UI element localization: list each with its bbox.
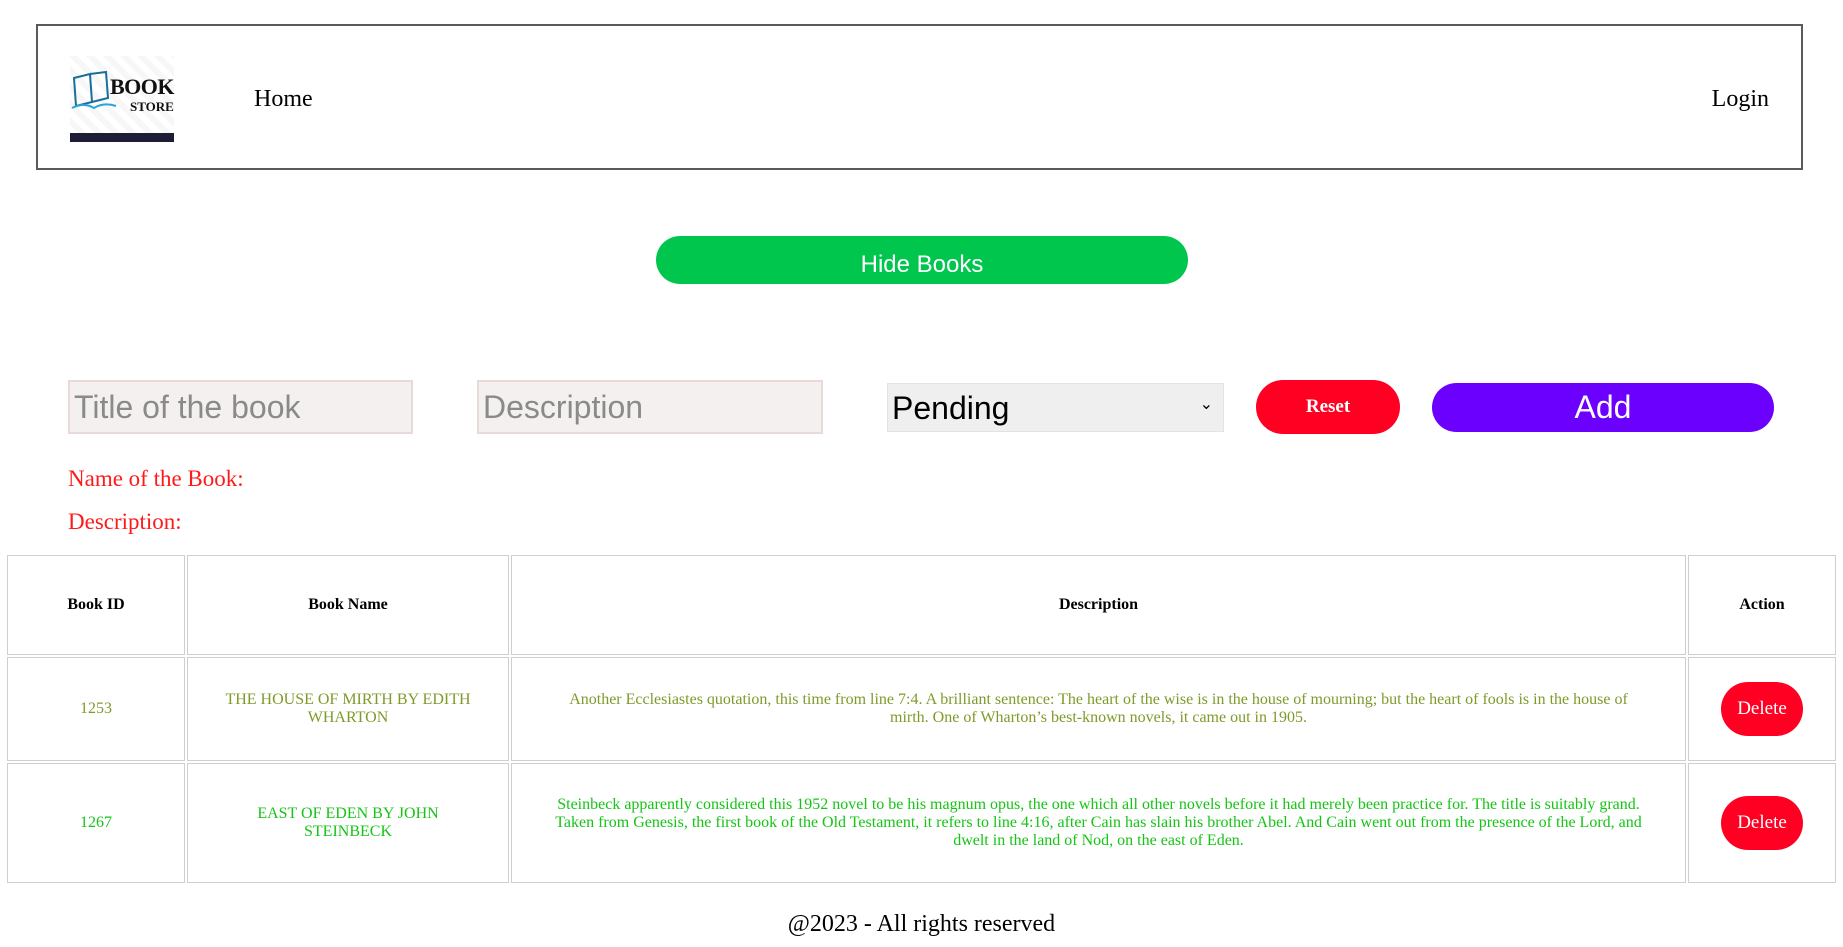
logo-line-2: STORE [130, 99, 174, 114]
bookstore-logo[interactable]: BOOK STORE [70, 56, 175, 142]
hide-books-button[interactable]: Hide Books [656, 236, 1188, 284]
status-select[interactable]: Pending ⌄ [887, 383, 1224, 432]
header-action: Action [1688, 555, 1836, 655]
header-book-id: Book ID [7, 555, 185, 655]
book-name-cell: THE HOUSE OF MIRTH BY EDITH WHARTON [187, 657, 509, 761]
chevron-down-icon: ⌄ [1199, 396, 1213, 413]
logo-text: BOOK STORE [110, 74, 175, 114]
book-name-cell: EAST OF EDEN BY JOHN STEINBECK [187, 763, 509, 883]
preview-description: Description: [68, 509, 182, 534]
book-id-cell: 1267 [7, 763, 185, 883]
site-header: BOOK STORE Home Login [36, 24, 1803, 170]
table-row: 1267 EAST OF EDEN BY JOHN STEINBECK Stei… [7, 763, 1836, 883]
book-description-cell: Steinbeck apparently considered this 195… [511, 763, 1686, 883]
add-button[interactable]: Add [1432, 383, 1774, 432]
logo-band [70, 133, 174, 142]
delete-button[interactable]: Delete [1721, 796, 1803, 850]
action-cell: Delete [1688, 763, 1836, 883]
nav-login-link[interactable]: Login [1712, 86, 1769, 113]
book-description-input[interactable] [477, 380, 823, 434]
preview-book-name: Name of the Book: [68, 466, 244, 491]
footer-copyright: @2023 - All rights reserved [787, 911, 1056, 937]
header-description: Description [511, 555, 1686, 655]
delete-button[interactable]: Delete [1721, 682, 1803, 736]
action-cell: Delete [1688, 657, 1836, 761]
table-header-row: Book ID Book Name Description Action [7, 555, 1836, 655]
book-description-cell: Another Ecclesiastes quotation, this tim… [511, 657, 1686, 761]
logo-line-1: BOOK [110, 74, 175, 99]
status-select-value: Pending [892, 390, 1010, 426]
table-row: 1253 THE HOUSE OF MIRTH BY EDITH WHARTON… [7, 657, 1836, 761]
nav-home-link[interactable]: Home [254, 86, 313, 113]
header-book-name: Book Name [187, 555, 509, 655]
book-id-cell: 1253 [7, 657, 185, 761]
book-title-input[interactable] [68, 380, 413, 434]
reset-button[interactable]: Reset [1256, 380, 1400, 434]
books-table: Book ID Book Name Description Action 125… [5, 553, 1838, 885]
